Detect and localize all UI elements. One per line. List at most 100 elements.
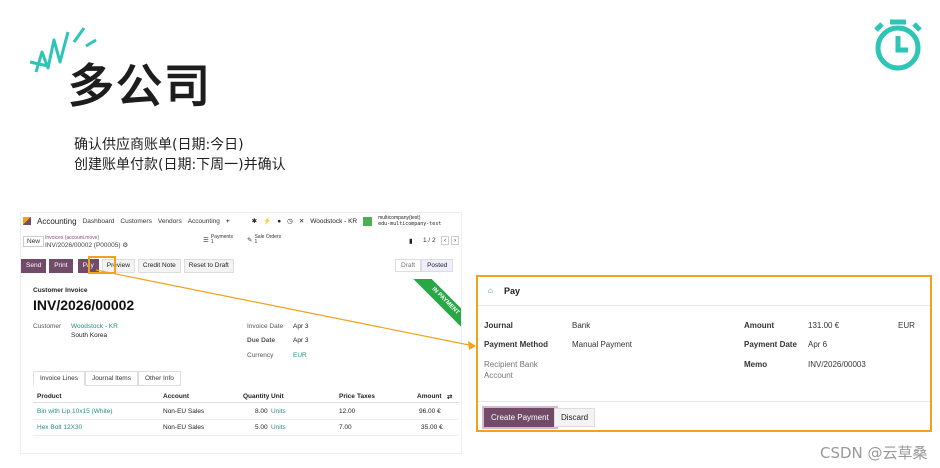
line-product: Bin with Lip 10x15 (White) (37, 408, 113, 415)
create-payment-button[interactable]: Create Payment (484, 408, 556, 427)
payment-date-label: Payment Date (744, 340, 797, 349)
payment-date-field[interactable]: Apr 6 (808, 340, 827, 349)
currency-field[interactable]: EUR (898, 321, 915, 330)
avatar[interactable] (363, 216, 373, 226)
invoice-date-field[interactable]: Apr 3 (293, 323, 309, 330)
table-row[interactable]: Bin with Lip 10x15 (White) Non-EU Sales … (33, 405, 459, 420)
clock-icon[interactable]: ◷ (287, 217, 293, 225)
top-navbar: Accounting Dashboard Customers Vendors A… (21, 213, 461, 229)
column-settings-icon[interactable]: ⇄ (447, 393, 452, 401)
app-brand[interactable]: Accounting (37, 217, 77, 226)
dialog-title: Pay (504, 286, 521, 296)
activity-icon[interactable]: ⚡ (263, 217, 271, 225)
payments-smart-button[interactable]: ☰ Payments 1 (203, 235, 233, 245)
nav-accounting[interactable]: Accounting (188, 218, 220, 225)
nav-plus[interactable]: + (226, 218, 230, 225)
status-bar: Draft Posted (395, 259, 454, 272)
attachment-icon[interactable]: ▮ (409, 237, 413, 245)
bug-icon[interactable]: ✱ (252, 217, 257, 225)
customer-label: Customer (33, 323, 62, 330)
prev-icon[interactable]: ‹ (441, 236, 450, 245)
ribbon-label: IN PAYMENT (405, 279, 461, 339)
company-switch[interactable]: Woodstock - KR (310, 218, 357, 225)
table-row[interactable]: Hex Bolt 12X30 Non-EU Sales 5.00 Units 7… (33, 421, 459, 436)
tools-icon[interactable]: ✕ (299, 217, 304, 225)
nav-vendors[interactable]: Vendors (158, 218, 182, 225)
amount-label: Amount (744, 321, 775, 330)
memo-label: Memo (744, 360, 768, 369)
lines-header: Product Account Quantity Unit Price Taxe… (33, 390, 459, 403)
tab-journal-items[interactable]: Journal Items (84, 371, 138, 386)
line-unit: Units (271, 408, 286, 415)
invoice-sheet: IN PAYMENT Customer Invoice INV/2026/000… (21, 279, 461, 453)
nav-dashboard[interactable]: Dashboard (83, 218, 115, 225)
recipient-account-label: Account (484, 371, 513, 380)
line-qty: 5.00 (255, 424, 268, 431)
currency-field[interactable]: EUR (293, 352, 307, 359)
payments-label: Payments (210, 234, 234, 240)
slide-title: 多公司 (68, 59, 212, 113)
customer-address: South Korea (71, 332, 108, 339)
chat-icon[interactable]: ● (277, 218, 281, 225)
line-product: Hex Bolt 12X30 (37, 424, 83, 431)
instruction-line-1: 确认供应商账单(日期:今日) (74, 137, 244, 153)
odoo-invoice-screen: Accounting Dashboard Customers Vendors A… (20, 212, 462, 454)
recipient-bank-label: Recipient Bank (484, 360, 538, 369)
payment-method-label: Payment Method (484, 340, 549, 349)
line-amount: 35.00 € (421, 424, 443, 431)
sale-orders-smart-button[interactable]: ✎ Sale Orders 1 (247, 235, 281, 245)
breadcrumb-record: INV/2026/00002 (P00005) (45, 242, 121, 249)
customer-field[interactable]: Woodstock - KR (71, 323, 118, 330)
edit-icon: ✎ (247, 237, 253, 244)
document-type: Customer Invoice (33, 287, 88, 294)
col-price: Price (339, 393, 355, 400)
control-panel: New Invoices (account.move) INV/2026/000… (21, 234, 461, 250)
breadcrumb: Invoices (account.move) INV/2026/00002 (… (45, 234, 128, 249)
col-amount: Amount (417, 393, 442, 400)
dialog-footer: Create Payment Discard (478, 401, 930, 431)
pay-button-highlight (88, 256, 116, 274)
due-date-label: Due Date (247, 337, 276, 344)
status-draft[interactable]: Draft (395, 259, 422, 272)
sale-orders-label: Sale Orders (254, 234, 282, 240)
notebook-tabs: Invoice Lines Journal Items Other Info (33, 371, 181, 386)
line-price: 7.00 (339, 424, 352, 431)
tab-other-info[interactable]: Other Info (137, 371, 181, 386)
discard-button[interactable]: Discard (554, 408, 596, 427)
next-icon[interactable]: › (451, 236, 460, 245)
line-unit: Units (271, 424, 286, 431)
app-logo-icon (23, 217, 31, 225)
print-button[interactable]: Print (49, 259, 73, 273)
home-icon: ⌂ (488, 286, 493, 295)
breadcrumb-parent[interactable]: Invoices (account.move) (45, 235, 99, 241)
send-button[interactable]: Send (21, 259, 47, 273)
dialog-header: ⌂ Pay (478, 277, 930, 306)
amount-field[interactable]: 131.00 € (808, 321, 839, 330)
line-qty: 8.00 (255, 408, 268, 415)
line-price: 12.00 (339, 408, 356, 415)
list-icon: ☰ (203, 237, 209, 244)
gear-icon[interactable]: ⚙ (122, 242, 128, 249)
line-account: Non-EU Sales (163, 424, 205, 431)
status-posted[interactable]: Posted (421, 259, 454, 272)
action-bar: Send Print Pay Preview Credit Note Reset… (21, 259, 234, 273)
reset-to-draft-button[interactable]: Reset to Draft (183, 259, 234, 273)
memo-field[interactable]: INV/2026/00003 (808, 360, 866, 369)
pager: 1 / 2 (423, 237, 436, 244)
line-amount: 96.00 € (419, 408, 441, 415)
sale-orders-count: 1 (254, 239, 258, 245)
journal-field[interactable]: Bank (572, 321, 590, 330)
new-button[interactable]: New (23, 236, 45, 247)
in-payment-ribbon: IN PAYMENT (401, 279, 461, 339)
tab-invoice-lines[interactable]: Invoice Lines (33, 371, 85, 386)
col-taxes: Taxes (357, 393, 375, 400)
payment-method-field[interactable]: Manual Payment (572, 340, 632, 349)
nav-customers[interactable]: Customers (120, 218, 151, 225)
due-date-field[interactable]: Apr 3 (293, 337, 309, 344)
credit-note-button[interactable]: Credit Note (137, 259, 181, 273)
col-account: Account (163, 393, 189, 400)
currency-label: Currency (247, 352, 274, 359)
pay-dialog: ⌂ Pay Journal Bank Payment Method Manual… (476, 275, 932, 432)
line-account: Non-EU Sales (163, 408, 205, 415)
invoice-date-label: Invoice Date (247, 323, 284, 330)
